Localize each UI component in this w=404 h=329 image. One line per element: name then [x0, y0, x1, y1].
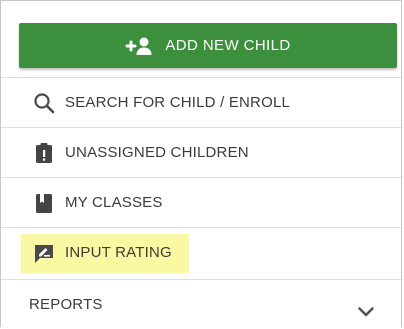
- menu-item-reports[interactable]: REPORTS: [1, 279, 403, 329]
- book-icon: [36, 193, 52, 213]
- menu-item-label: REPORTS: [29, 296, 103, 313]
- search-icon: [34, 92, 55, 113]
- add-new-child-label: ADD NEW CHILD: [165, 37, 291, 54]
- add-person-icon: [125, 37, 152, 55]
- clipboard-alert-icon: [36, 142, 52, 163]
- navigation-panel: ADD NEW CHILD SEARCH FOR CHILD / ENROLL …: [0, 0, 403, 329]
- menu-item-label: INPUT RATING: [65, 244, 172, 261]
- menu-item-label: UNASSIGNED CHILDREN: [65, 144, 249, 161]
- menu-item-unassigned-children[interactable]: UNASSIGNED CHILDREN: [1, 127, 403, 177]
- add-new-child-button[interactable]: ADD NEW CHILD: [19, 23, 397, 68]
- menu-item-input-rating[interactable]: INPUT RATING: [1, 227, 403, 277]
- menu-item-label: MY CLASSES: [65, 194, 163, 211]
- menu-item-search-for-child[interactable]: SEARCH FOR CHILD / ENROLL: [1, 77, 403, 127]
- rating-icon: [35, 244, 53, 263]
- chevron-down-icon[interactable]: [357, 306, 375, 318]
- menu-item-my-classes[interactable]: MY CLASSES: [1, 177, 403, 227]
- menu-item-label: SEARCH FOR CHILD / ENROLL: [65, 94, 291, 111]
